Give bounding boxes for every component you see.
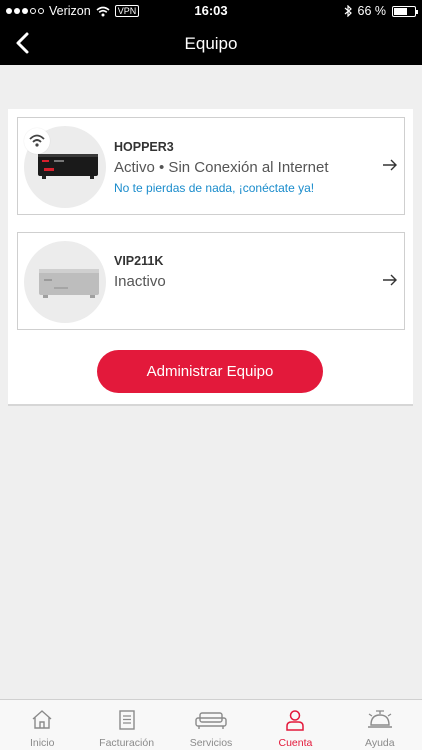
device-status: Activo • Sin Conexión al Internet — [114, 159, 329, 176]
status-bar: Verizon VPN 16:03 66 % — [0, 0, 422, 22]
top-bar: Verizon VPN 16:03 66 % Equipo — [0, 0, 422, 65]
bill-icon — [118, 710, 135, 730]
tab-bar: Inicio Facturación Servicios Cuenta Ayud… — [0, 699, 422, 750]
tab-facturacion[interactable]: Facturación — [84, 700, 168, 750]
connect-link[interactable]: No te pierdas de nada, ¡conéctate ya! — [114, 181, 314, 195]
device-card-hopper3[interactable]: HOPPER3 Activo • Sin Conexión al Interne… — [17, 117, 405, 215]
tab-ayuda[interactable]: Ayuda — [338, 700, 422, 750]
battery-percent: 66 % — [357, 4, 387, 18]
tab-servicios[interactable]: Servicios — [169, 700, 253, 750]
manage-equipment-button[interactable]: Administrar Equipo — [97, 350, 323, 393]
device-status: Inactivo — [114, 273, 166, 290]
device-name: VIP211K — [114, 254, 164, 268]
tab-label: Servicios — [189, 737, 233, 749]
tab-label: Facturación — [99, 737, 155, 749]
device-name: HOPPER3 — [114, 140, 174, 154]
arrow-right-icon — [383, 159, 397, 171]
page-title: Equipo — [184, 34, 238, 53]
device-card-vip211k[interactable]: VIP211K Inactivo — [17, 232, 405, 330]
bluetooth-icon — [344, 5, 352, 17]
nav-bar: Equipo — [0, 22, 422, 65]
tab-inicio[interactable]: Inicio — [0, 700, 84, 750]
tab-label: Cuenta — [278, 737, 313, 749]
wifi-icon — [24, 128, 50, 154]
home-icon — [32, 710, 52, 729]
battery-icon — [392, 5, 418, 17]
user-icon — [286, 710, 305, 731]
tab-label: Inicio — [29, 737, 55, 749]
arrow-right-icon — [383, 274, 397, 286]
couch-icon — [195, 712, 227, 729]
bell-icon — [367, 710, 392, 728]
tab-label: Ayuda — [365, 737, 395, 749]
tab-cuenta[interactable]: Cuenta — [253, 700, 337, 750]
device-image — [24, 241, 106, 323]
equipment-panel: HOPPER3 Activo • Sin Conexión al Interne… — [8, 109, 413, 406]
